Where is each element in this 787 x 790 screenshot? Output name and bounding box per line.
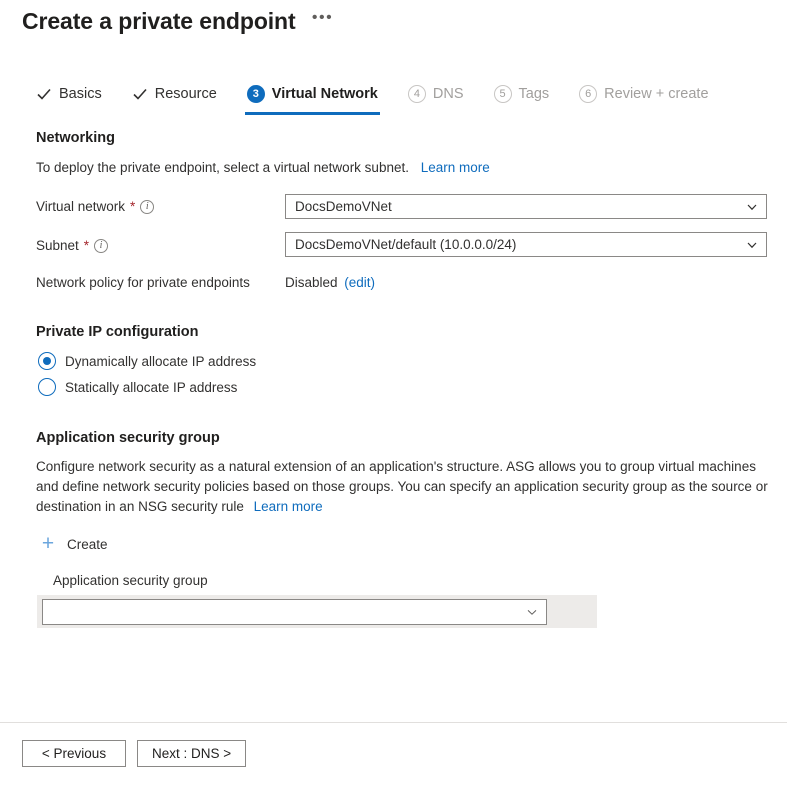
info-icon[interactable]: i — [94, 239, 108, 253]
tab-label: Tags — [519, 86, 550, 102]
active-tab-underline — [245, 112, 380, 115]
tab-tags[interactable]: 5 Tags — [490, 83, 562, 113]
radio-label: Dynamically allocate IP address — [65, 354, 256, 369]
asg-selector-panel — [37, 595, 597, 628]
more-options-icon[interactable]: ••• — [312, 7, 334, 35]
page-header: Create a private endpoint ••• — [22, 6, 334, 36]
chevron-down-icon — [746, 239, 758, 251]
radio-static-ip[interactable]: Statically allocate IP address — [38, 378, 237, 396]
info-icon[interactable]: i — [140, 200, 154, 214]
footer-divider — [0, 722, 787, 723]
check-icon — [36, 86, 52, 102]
radio-button-selected-icon — [38, 352, 56, 370]
networking-heading: Networking — [36, 130, 115, 146]
step-number-badge: 5 — [494, 85, 512, 103]
asg-description-text: Configure network security as a natural … — [36, 459, 768, 514]
tab-label: Review + create — [604, 86, 708, 102]
required-marker: * — [84, 239, 89, 253]
tab-label: Resource — [155, 86, 217, 102]
tab-label: DNS — [433, 86, 464, 102]
chevron-down-icon — [526, 606, 538, 618]
step-number-badge: 3 — [247, 85, 265, 103]
tab-label: Basics — [59, 86, 102, 102]
tab-resource[interactable]: Resource — [128, 83, 229, 113]
label-text: Subnet — [36, 238, 79, 253]
networking-learn-more-link[interactable]: Learn more — [421, 160, 490, 175]
previous-button[interactable]: < Previous — [22, 740, 126, 767]
networking-description: To deploy the private endpoint, select a… — [36, 158, 490, 178]
step-number-badge: 4 — [408, 85, 426, 103]
page-title: Create a private endpoint — [22, 6, 296, 36]
subnet-label: Subnet * i — [36, 238, 108, 253]
tab-dns[interactable]: 4 DNS — [404, 83, 476, 113]
subnet-dropdown[interactable]: DocsDemoVNet/default (10.0.0.0/24) — [285, 232, 767, 257]
label-text: Virtual network — [36, 199, 125, 214]
required-marker: * — [130, 200, 135, 214]
radio-button-unselected-icon — [38, 378, 56, 396]
radio-label: Statically allocate IP address — [65, 380, 237, 395]
chevron-down-icon — [746, 201, 758, 213]
radio-dynamic-ip[interactable]: Dynamically allocate IP address — [38, 352, 256, 370]
network-policy-value-group: Disabled (edit) — [285, 275, 375, 290]
subnet-value: DocsDemoVNet/default (10.0.0.0/24) — [295, 237, 746, 252]
asg-description: Configure network security as a natural … — [36, 457, 772, 517]
network-policy-label: Network policy for private endpoints — [36, 275, 250, 290]
network-policy-value: Disabled — [285, 275, 338, 290]
next-button[interactable]: Next : DNS > — [137, 740, 246, 767]
check-icon — [132, 86, 148, 102]
tab-review-create[interactable]: 6 Review + create — [575, 83, 720, 113]
wizard-footer: < Previous Next : DNS > — [22, 740, 246, 767]
create-asg-label: Create — [67, 537, 108, 552]
plus-icon: + — [40, 536, 56, 552]
asg-dropdown[interactable] — [42, 599, 547, 625]
network-policy-edit-link[interactable]: (edit) — [344, 275, 375, 290]
label-text: Network policy for private endpoints — [36, 275, 250, 290]
virtual-network-value: DocsDemoVNet — [295, 199, 746, 214]
asg-heading: Application security group — [36, 430, 220, 446]
virtual-network-label: Virtual network * i — [36, 199, 154, 214]
networking-description-text: To deploy the private endpoint, select a… — [36, 160, 409, 175]
asg-field-label: Application security group — [53, 573, 208, 588]
private-ip-heading: Private IP configuration — [36, 324, 199, 340]
tab-basics[interactable]: Basics — [32, 83, 114, 113]
virtual-network-dropdown[interactable]: DocsDemoVNet — [285, 194, 767, 219]
step-number-badge: 6 — [579, 85, 597, 103]
tab-label: Virtual Network — [272, 86, 378, 102]
wizard-tabs: Basics Resource 3 Virtual Network 4 DNS … — [32, 83, 735, 115]
asg-learn-more-link[interactable]: Learn more — [254, 499, 323, 514]
create-asg-button[interactable]: + Create — [40, 536, 108, 552]
tab-virtual-network[interactable]: 3 Virtual Network — [243, 83, 390, 113]
